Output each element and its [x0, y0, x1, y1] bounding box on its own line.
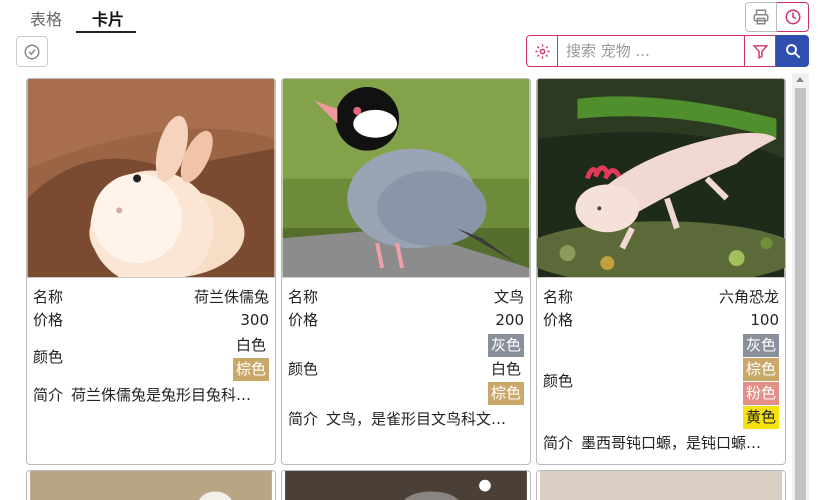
search-button[interactable]: [776, 35, 809, 67]
clock-icon: [785, 9, 800, 25]
card-details: 名称 六角恐龙 价格 100 颜色 灰色 棕色 粉色 黄色 简介 墨西哥钝口螈，…: [537, 278, 785, 461]
pet-image: [27, 79, 275, 278]
tab-table[interactable]: 表格: [30, 6, 62, 30]
name-row: 名称 荷兰侏儒兔: [33, 286, 269, 309]
pet-card[interactable]: [536, 470, 786, 500]
color-label: 颜色: [543, 372, 574, 390]
pet-card[interactable]: 名称 荷兰侏儒兔 价格 300 颜色 白色 棕色 简介 荷兰侏儒兔是兔形目兔科…: [26, 78, 276, 465]
view-tabs: 表格 卡片: [0, 0, 825, 34]
settings-button[interactable]: [526, 35, 558, 67]
name-label: 名称: [288, 288, 319, 306]
pet-intro: 荷兰侏儒兔是兔形目兔科…: [71, 386, 252, 404]
pet-image: [537, 79, 785, 278]
pet-price: 300: [240, 311, 269, 329]
color-tags: 灰色 棕色 粉色 黄色: [742, 334, 779, 429]
color-label: 颜色: [288, 360, 319, 378]
pet-price: 100: [750, 311, 779, 329]
price-label: 价格: [288, 311, 319, 329]
color-row: 颜色 灰色 白色 棕色: [288, 334, 524, 405]
name-label: 名称: [33, 288, 64, 306]
intro-label: 简介: [33, 386, 64, 404]
price-label: 价格: [33, 311, 64, 329]
scroll-up-arrow-icon[interactable]: [796, 77, 804, 82]
pet-intro: 文鸟，是雀形目文鸟科文…: [326, 410, 507, 428]
active-tab-indicator: [76, 31, 136, 33]
select-mode-button[interactable]: [16, 36, 48, 67]
color-row: 颜色 白色 棕色: [33, 334, 269, 381]
price-label: 价格: [543, 311, 574, 329]
intro-label: 简介: [288, 410, 319, 428]
filter-icon: [752, 44, 768, 59]
pet-image: [540, 471, 782, 500]
pet-card[interactable]: 名称 六角恐龙 价格 100 颜色 灰色 棕色 粉色 黄色 简介 墨西哥钝口螈，…: [536, 78, 786, 465]
color-tag: 白色: [235, 336, 266, 354]
search-input[interactable]: [558, 35, 744, 67]
name-label: 名称: [543, 288, 574, 306]
pet-image: [285, 471, 527, 500]
card-details: 名称 荷兰侏儒兔 价格 300 颜色 白色 棕色 简介 荷兰侏儒兔是兔形目兔科…: [27, 278, 275, 413]
pet-image: [30, 471, 272, 500]
printer-icon: [753, 9, 769, 25]
price-row: 价格 200: [288, 309, 524, 332]
print-button[interactable]: [745, 2, 777, 32]
color-tag: 黄色: [742, 406, 779, 429]
filter-button[interactable]: [744, 35, 776, 67]
top-actions: [745, 2, 809, 32]
name-row: 名称 六角恐龙: [543, 286, 779, 309]
pet-card[interactable]: 名称 文鸟 价格 200 颜色 灰色 白色 棕色 简介 文鸟，是雀形目文鸟科文…: [281, 78, 531, 465]
pet-name: 六角恐龙: [718, 288, 779, 306]
search-bar: [526, 35, 809, 67]
name-row: 名称 文鸟: [288, 286, 524, 309]
pet-name: 文鸟: [493, 288, 524, 306]
intro-row: 简介 文鸟，是雀形目文鸟科文…: [288, 408, 524, 431]
history-button[interactable]: [777, 2, 809, 32]
card-details: 名称 文鸟 价格 200 颜色 灰色 白色 棕色 简介 文鸟，是雀形目文鸟科文…: [282, 278, 530, 437]
scrollbar[interactable]: [792, 73, 809, 500]
intro-row: 简介 墨西哥钝口螈，是钝口螈…: [543, 432, 779, 455]
intro-label: 简介: [543, 434, 574, 452]
color-tag: 粉色: [742, 382, 779, 405]
pet-card[interactable]: [281, 470, 531, 500]
intro-row: 简介 荷兰侏儒兔是兔形目兔科…: [33, 384, 269, 407]
color-tag: 灰色: [742, 334, 779, 357]
search-icon: [785, 44, 800, 59]
color-tag: 灰色: [487, 334, 524, 357]
pet-intro: 墨西哥钝口螈，是钝口螈…: [581, 434, 762, 452]
tab-cards[interactable]: 卡片: [92, 6, 124, 30]
color-tags: 灰色 白色 棕色: [487, 334, 524, 405]
color-tag: 棕色: [742, 358, 779, 381]
pet-card-grid: 名称 荷兰侏儒兔 价格 300 颜色 白色 棕色 简介 荷兰侏儒兔是兔形目兔科…: [26, 78, 788, 500]
pet-card[interactable]: [26, 470, 276, 500]
color-tag: 棕色: [487, 382, 524, 405]
color-label: 颜色: [33, 348, 64, 366]
gear-icon: [534, 43, 550, 59]
pet-price: 200: [495, 311, 524, 329]
check-circle-icon: [24, 44, 40, 59]
pet-name: 荷兰侏儒兔: [193, 288, 269, 306]
color-tags: 白色 棕色: [232, 334, 269, 381]
color-row: 颜色 灰色 棕色 粉色 黄色: [543, 334, 779, 429]
scrollbar-thumb[interactable]: [795, 88, 806, 500]
price-row: 价格 300: [33, 309, 269, 332]
color-tag: 棕色: [232, 358, 269, 381]
pet-image: [282, 79, 530, 278]
color-tag: 白色: [490, 360, 521, 378]
price-row: 价格 100: [543, 309, 779, 332]
